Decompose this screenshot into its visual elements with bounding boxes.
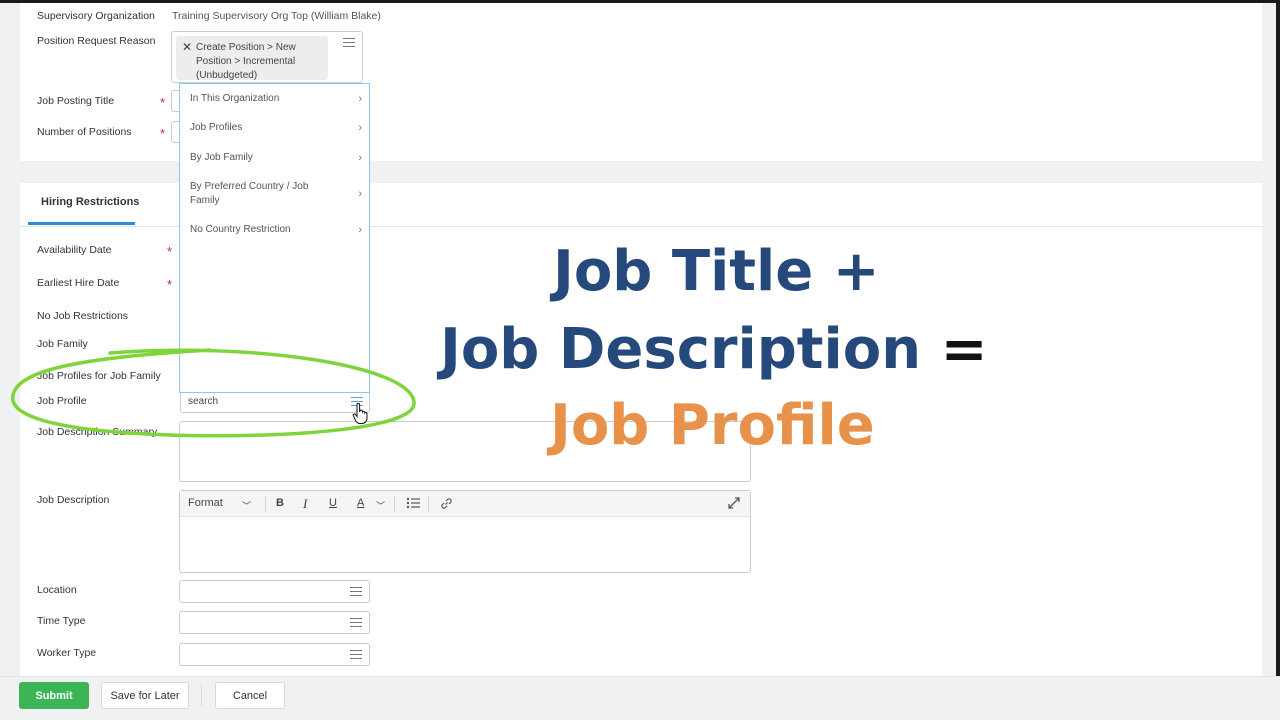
location-input[interactable]	[179, 580, 370, 603]
chevron-right-icon: ›	[358, 224, 362, 236]
underline-button[interactable]: U	[329, 497, 337, 509]
prompt-list-icon[interactable]	[350, 587, 362, 597]
dropdown-item-label: By Job Family	[190, 152, 253, 163]
location-label: Location	[37, 584, 77, 596]
dropdown-item-by-preferred-country[interactable]: By Preferred Country / Job Family ›	[190, 180, 362, 208]
position-request-reason-field[interactable]: ✕ Create Position > New Position > Incre…	[171, 31, 363, 83]
chevron-down-icon[interactable]: ﹀	[376, 499, 385, 512]
supervisory-org-label: Supervisory Organization	[37, 10, 155, 22]
overlay-equals-sign: =	[921, 317, 988, 382]
availability-date-label: Availability Date	[37, 244, 112, 256]
prompt-list-icon[interactable]	[350, 650, 362, 660]
job-family-label: Job Family	[37, 338, 88, 350]
job-profiles-for-family-label: Job Profiles for Job Family	[37, 370, 161, 382]
job-profile-search-input[interactable]: search	[180, 391, 370, 413]
job-profile-dropdown-menu: In This Organization › Job Profiles › By…	[179, 83, 370, 393]
job-description-label: Job Description	[37, 494, 110, 506]
toolbar-divider	[428, 496, 429, 512]
job-profile-label: Job Profile	[37, 395, 87, 407]
footer-bar	[0, 676, 1280, 720]
active-tab-indicator	[28, 222, 135, 225]
prompt-list-icon[interactable]	[350, 618, 362, 628]
prompt-list-icon[interactable]	[343, 38, 355, 48]
dropdown-item-label: No Country Restriction	[190, 224, 291, 235]
toolbar-divider	[265, 496, 266, 512]
position-request-reason-label: Position Request Reason	[37, 35, 156, 47]
dropdown-item-by-job-family[interactable]: By Job Family ›	[190, 151, 362, 165]
font-color-button[interactable]: A	[357, 497, 364, 509]
dropdown-item-label: By Preferred Country / Job Family	[190, 181, 309, 206]
job-description-summary-label: Job Description Summary	[37, 426, 158, 438]
link-icon[interactable]	[440, 497, 453, 513]
overlay-line-job-description: Job Description =	[440, 322, 988, 378]
job-description-editor[interactable]: Format ﹀ B I U A ﹀	[179, 490, 751, 573]
bold-button[interactable]: B	[276, 497, 284, 509]
submit-button[interactable]: Submit	[19, 682, 89, 709]
time-type-input[interactable]	[179, 611, 370, 634]
chevron-right-icon: ›	[358, 152, 362, 164]
expand-icon[interactable]	[728, 497, 740, 512]
overlay-job-description-text: Job Description	[440, 317, 922, 382]
job-posting-title-label: Job Posting Title	[37, 95, 115, 107]
dropdown-item-job-profiles[interactable]: Job Profiles ›	[190, 121, 362, 135]
chevron-right-icon: ›	[358, 93, 362, 105]
supervisory-org-value: Training Supervisory Org Top (William Bl…	[172, 10, 381, 22]
save-for-later-button[interactable]: Save for Later	[101, 682, 189, 709]
required-marker: *	[160, 126, 166, 141]
overlay-line-job-profile: Job Profile	[550, 393, 875, 458]
dropdown-item-no-country-restriction[interactable]: No Country Restriction ›	[190, 223, 362, 237]
required-marker: *	[160, 95, 166, 110]
search-text: search	[188, 396, 219, 407]
remove-icon[interactable]: ✕	[182, 40, 192, 54]
italic-button[interactable]: I	[303, 496, 307, 512]
overlay-line-job-title: Job Title +	[553, 239, 880, 304]
dropdown-item-label: Job Profiles	[190, 122, 243, 133]
tab-hiring-restrictions[interactable]: Hiring Restrictions	[41, 196, 139, 208]
selected-reason-text: Create Position > New Position > Increme…	[196, 42, 296, 81]
editor-toolbar: Format ﹀ B I U A ﹀	[180, 491, 750, 517]
right-edge	[1276, 0, 1280, 720]
time-type-label: Time Type	[37, 615, 86, 627]
chevron-right-icon: ›	[358, 122, 362, 134]
selected-reason-pill: ✕ Create Position > New Position > Incre…	[176, 36, 328, 81]
required-marker: *	[167, 277, 173, 292]
number-of-positions-label: Number of Positions	[37, 126, 132, 138]
format-dropdown[interactable]: Format	[188, 497, 223, 509]
worker-type-label: Worker Type	[37, 647, 97, 659]
footer-divider	[201, 685, 202, 706]
hand-cursor-icon	[352, 403, 368, 424]
no-job-restrictions-label: No Job Restrictions	[37, 310, 129, 322]
dropdown-item-label: In This Organization	[190, 93, 280, 104]
cancel-button[interactable]: Cancel	[215, 682, 285, 709]
worker-type-input[interactable]	[179, 643, 370, 666]
earliest-hire-date-label: Earliest Hire Date	[37, 277, 120, 289]
bullet-list-icon[interactable]	[406, 497, 420, 512]
required-marker: *	[167, 244, 173, 259]
chevron-right-icon: ›	[358, 188, 362, 200]
toolbar-divider	[394, 496, 395, 512]
chevron-down-icon[interactable]: ﹀	[242, 499, 251, 512]
dropdown-item-in-this-organization[interactable]: In This Organization ›	[190, 92, 362, 106]
